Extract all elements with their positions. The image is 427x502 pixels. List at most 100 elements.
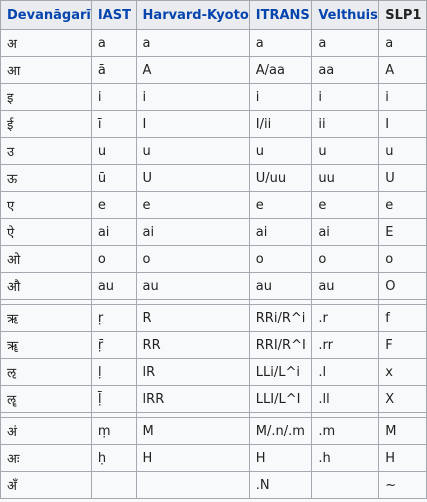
velthuis-cell: .rr: [312, 332, 380, 359]
itrans-cell: au: [249, 273, 313, 300]
slp1-cell: F: [379, 332, 427, 359]
velthuis-cell: .ll: [312, 386, 380, 413]
header-harvard-kyoto[interactable]: Harvard-Kyoto: [136, 1, 250, 30]
devanagari-cell: आ: [0, 57, 92, 84]
table-row: अँ .N ~: [0, 472, 427, 499]
velthuis-cell: au: [312, 273, 380, 300]
iast-cell: ū: [91, 165, 137, 192]
iast-cell: ai: [91, 219, 137, 246]
harvard-kyoto-cell: lRR: [136, 386, 250, 413]
iast-cell: [91, 472, 137, 499]
header-row: Devanāgarī IAST Harvard-Kyoto ITRANS Vel…: [0, 1, 427, 30]
itrans-cell: U/uu: [249, 165, 313, 192]
header-itrans[interactable]: ITRANS: [249, 1, 313, 30]
slp1-cell: M: [379, 418, 427, 445]
devanagari-cell: ऌ: [0, 359, 92, 386]
slp1-cell: o: [379, 246, 427, 273]
velthuis-cell: o: [312, 246, 380, 273]
itrans-cell: i: [249, 84, 313, 111]
harvard-kyoto-cell: a: [136, 30, 250, 57]
table-row: औ au au au au O: [0, 273, 427, 300]
harvard-kyoto-cell: e: [136, 192, 250, 219]
slp1-cell: i: [379, 84, 427, 111]
harvard-kyoto-cell: M: [136, 418, 250, 445]
devanagari-cell: ई: [0, 111, 92, 138]
harvard-kyoto-cell: U: [136, 165, 250, 192]
velthuis-cell: ai: [312, 219, 380, 246]
devanagari-cell: अ: [0, 30, 92, 57]
harvard-kyoto-cell: I: [136, 111, 250, 138]
slp1-cell: a: [379, 30, 427, 57]
table-row: ओooooo: [0, 246, 427, 273]
devanagari-cell: ॠ: [0, 332, 92, 359]
slp1-cell: u: [379, 138, 427, 165]
iast-cell: ṝ: [91, 332, 137, 359]
itrans-cell: ai: [249, 219, 313, 246]
velthuis-cell: u: [312, 138, 380, 165]
iast-cell: ā: [91, 57, 137, 84]
harvard-kyoto-cell: R: [136, 305, 250, 332]
slp1-cell: O: [379, 273, 427, 300]
header-slp1: SLP1: [379, 1, 427, 30]
table-row: ॡ ḹ lRR LLI/L^I .ll X: [0, 386, 427, 413]
header-velthuis[interactable]: Velthuis: [312, 1, 380, 30]
table-row: आ ā A A/aa aa A: [0, 57, 427, 84]
itrans-cell: I/ii: [249, 111, 313, 138]
header-iast[interactable]: IAST: [91, 1, 137, 30]
harvard-kyoto-cell: lR: [136, 359, 250, 386]
iast-cell: ī: [91, 111, 137, 138]
devanagari-cell: औ: [0, 273, 92, 300]
harvard-kyoto-cell: [136, 472, 250, 499]
devanagari-cell: उ: [0, 138, 92, 165]
velthuis-cell: .l: [312, 359, 380, 386]
iast-cell: ḷ: [91, 359, 137, 386]
itrans-cell: RRi/R^i: [249, 305, 313, 332]
iast-cell: ṃ: [91, 418, 137, 445]
iast-cell: u: [91, 138, 137, 165]
devanagari-cell: ओ: [0, 246, 92, 273]
iast-cell: au: [91, 273, 137, 300]
slp1-cell: E: [379, 219, 427, 246]
itrans-cell: A/aa: [249, 57, 313, 84]
itrans-cell: H: [249, 445, 313, 472]
table-row: ऊ ū U U/uu uu U: [0, 165, 427, 192]
harvard-kyoto-cell: A: [136, 57, 250, 84]
itrans-cell: .N: [249, 472, 313, 499]
slp1-cell: f: [379, 305, 427, 332]
slp1-cell: I: [379, 111, 427, 138]
itrans-cell: e: [249, 192, 313, 219]
velthuis-cell: aa: [312, 57, 380, 84]
table-row: अaaaaa: [0, 30, 427, 57]
table-row: अः ḥ H H .h H: [0, 445, 427, 472]
table-row: इiiiii: [0, 84, 427, 111]
velthuis-cell: ii: [312, 111, 380, 138]
iast-cell: ṛ: [91, 305, 137, 332]
harvard-kyoto-cell: H: [136, 445, 250, 472]
slp1-cell: ~: [379, 472, 427, 499]
harvard-kyoto-cell: o: [136, 246, 250, 273]
devanagari-cell: इ: [0, 84, 92, 111]
table-row: अं ṃ M M/.n/.m .m M: [0, 418, 427, 445]
header-devanagari[interactable]: Devanāgarī: [0, 1, 92, 30]
slp1-cell: X: [379, 386, 427, 413]
itrans-cell: LLI/L^I: [249, 386, 313, 413]
velthuis-cell: .h: [312, 445, 380, 472]
harvard-kyoto-cell: i: [136, 84, 250, 111]
table-row: ॠ ṝ RR RRI/R^I .rr F: [0, 332, 427, 359]
itrans-cell: a: [249, 30, 313, 57]
table-row: ऋ ṛ R RRi/R^i .r f: [0, 305, 427, 332]
velthuis-cell: e: [312, 192, 380, 219]
iast-cell: i: [91, 84, 137, 111]
transliteration-table-container: Devanāgarī IAST Harvard-Kyoto ITRANS Vel…: [0, 0, 427, 502]
table-row: ई ī I I/ii ii I: [0, 111, 427, 138]
slp1-cell: e: [379, 192, 427, 219]
devanagari-cell: ऊ: [0, 165, 92, 192]
iast-cell: ḹ: [91, 386, 137, 413]
devanagari-cell: अं: [0, 418, 92, 445]
velthuis-cell: uu: [312, 165, 380, 192]
table-row: उuuuuu: [0, 138, 427, 165]
itrans-cell: o: [249, 246, 313, 273]
devanagari-cell: अँ: [0, 472, 92, 499]
slp1-cell: H: [379, 445, 427, 472]
table-row: ऌ ḷ lR LLi/L^i .l x: [0, 359, 427, 386]
